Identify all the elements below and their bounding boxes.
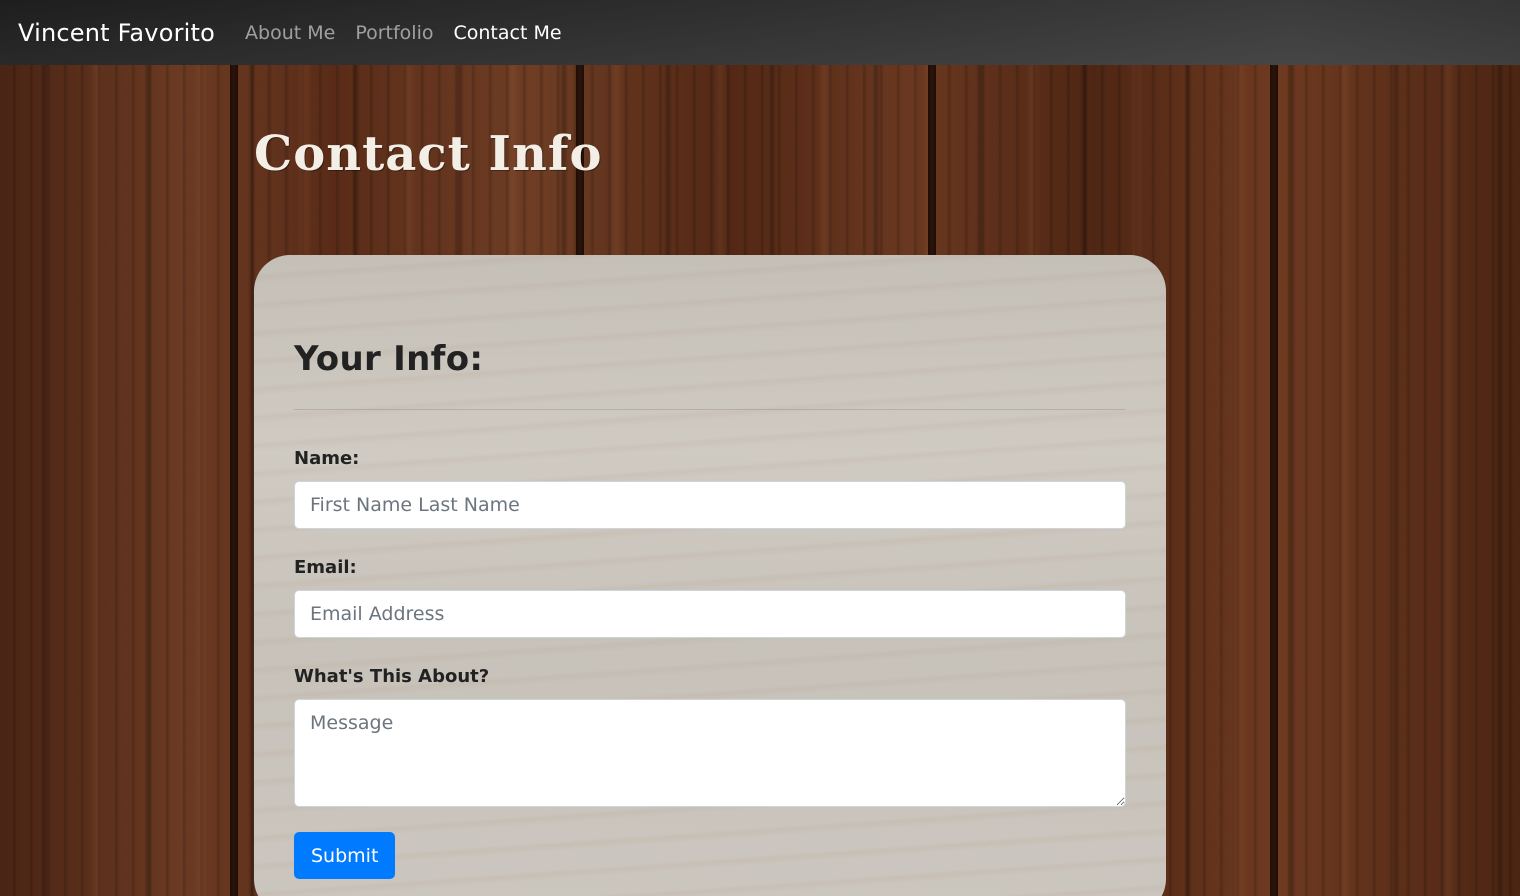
nav-link-portfolio[interactable]: Portfolio bbox=[355, 22, 433, 44]
name-label: Name: bbox=[294, 448, 360, 469]
submit-button[interactable]: Submit bbox=[294, 832, 396, 879]
form-title: Your Info: bbox=[294, 339, 484, 379]
brand-link[interactable]: Vincent Favorito bbox=[18, 19, 215, 47]
divider bbox=[294, 409, 1126, 410]
wood-plank-gap bbox=[1270, 65, 1278, 896]
nav-link-about-me[interactable]: About Me bbox=[245, 22, 335, 44]
email-label: Email: bbox=[294, 557, 357, 578]
wood-plank-gap bbox=[230, 65, 238, 896]
email-field-group: Email: bbox=[294, 557, 1126, 638]
nav-link-contact-me[interactable]: Contact Me bbox=[453, 22, 561, 44]
message-label: What's This About? bbox=[294, 666, 490, 687]
navbar: Vincent Favorito About Me Portfolio Cont… bbox=[0, 0, 1520, 65]
message-textarea[interactable] bbox=[294, 699, 1126, 807]
nav-links: About Me Portfolio Contact Me bbox=[245, 22, 562, 44]
name-field-group: Name: bbox=[294, 448, 1126, 529]
name-input[interactable] bbox=[294, 481, 1126, 529]
contact-form-card: Your Info: Name: Email: What's This Abou… bbox=[254, 255, 1166, 896]
page-title: Contact Info bbox=[254, 126, 603, 182]
email-input[interactable] bbox=[294, 590, 1126, 638]
message-field-group: What's This About? bbox=[294, 666, 1126, 812]
